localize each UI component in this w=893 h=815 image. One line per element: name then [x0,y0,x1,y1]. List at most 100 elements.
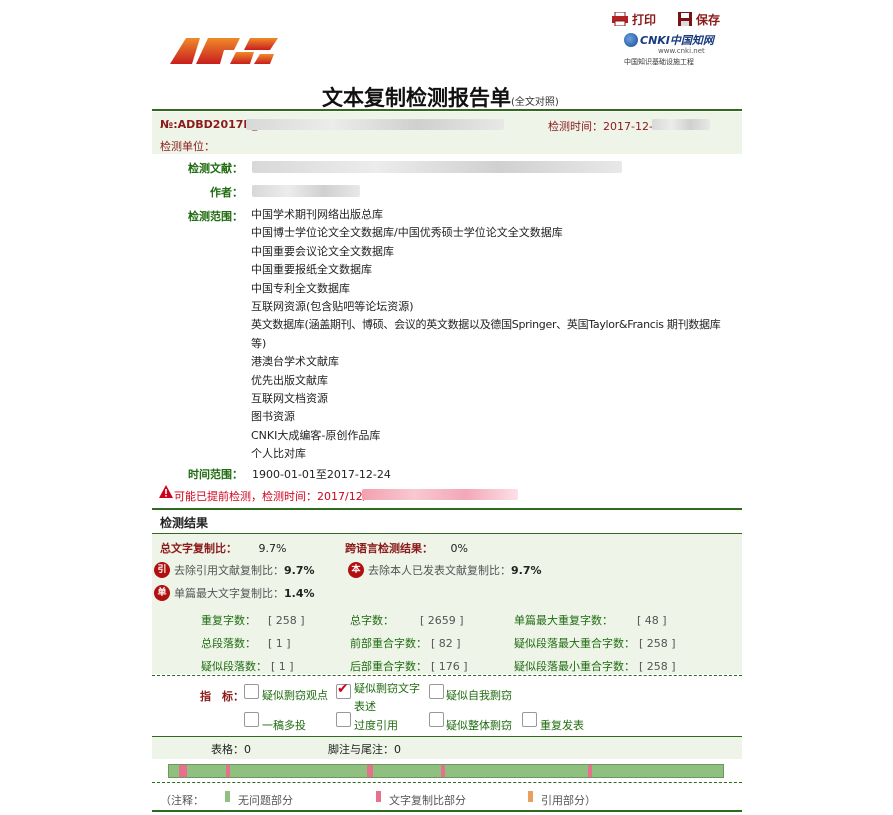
indicator-checkbox[interactable] [429,712,444,727]
title-divider [152,109,742,111]
indicator-label: 疑似整体剽窃 [446,719,512,732]
max-single-value: 1.4% [284,586,315,600]
amlc-logo [170,36,278,64]
scope-item: 等) [251,336,267,350]
copy-segment [588,765,592,777]
stat-label: 疑似段落数： [201,660,267,673]
scope-item: 中国学术期刊网络出版总库 [251,208,383,221]
stat-label: 总段落数： [201,637,256,650]
scope-label: 检测范围： [188,210,243,223]
document-label: 检测文献： [188,162,243,175]
scope-item: 中国重要会议论文全文数据库 [251,244,394,258]
printer-icon [612,11,628,27]
cnki-logo-text: CNKI中国知网 [640,34,714,47]
redacted-document [252,161,622,173]
copy-segment [226,765,230,777]
stat-label: 疑似段落最小重合字数： [514,660,635,673]
legend-copy-label: 文字复制比部分 [389,794,466,807]
author-label: 作者： [210,186,243,199]
cite-badge-icon: 引 [154,562,170,578]
scope-item: 中国博士学位论文全文数据库/中国优秀硕士学位论文全文数据库 [251,226,563,240]
cross-language-row: 跨语言检测结果： 0% [345,540,468,556]
footnote-count: 脚注与尾注：0 [328,743,401,756]
total-copy-value: 9.7% [258,542,287,555]
copy-segment [179,765,187,777]
redacted-check-time [652,119,710,130]
stat-value: [ 48 ] [637,614,667,627]
single-badge-icon: 单 [154,585,170,601]
table-count: 表格：0 [211,743,251,756]
exclude-ref-value: 9.7% [284,563,315,577]
report-title-main: 文本复制检测报告单 [322,86,511,110]
results-section-title: 检测结果 [160,516,209,530]
print-button[interactable]: 打印 [612,10,656,28]
redacted-author [252,185,360,197]
total-copy-label: 总文字复制比： [160,542,237,555]
check-unit: 检测单位： [160,140,215,153]
stat-value: [ 82 ] [431,637,461,650]
cnki-url: www.cnki.net [658,47,705,55]
scope-item: 互联网资源(包含贴吧等论坛资源) [251,300,414,314]
stat-max-paragraph-overlap: 疑似段落最大重合字数： [ 258 ] [514,635,676,651]
redacted-warning-time [362,489,518,500]
bottom-divider [152,810,742,812]
indicator-checkbox[interactable] [336,712,351,727]
exclude-ref-label: 去除引用文献复制比： [174,564,284,577]
time-range-value: 1900-01-01至2017-12-24 [252,468,391,481]
stat-value: [ 1 ] [271,660,294,673]
indicator-label: 疑似自我剽窃 [446,689,512,702]
distribution-bar [168,764,724,778]
indicator-checkbox[interactable] [244,712,259,727]
legend-cite-label: 引用部分） [541,794,596,807]
print-label: 打印 [632,12,657,27]
indicator-label-line2: 表述 [354,700,376,713]
warning-icon [159,485,173,498]
stat-label: 重复字数： [201,614,256,627]
stat-suspect-paragraphs: 疑似段落数： [ 1 ] [201,658,294,674]
stat-value: [ 176 ] [431,660,468,673]
time-range-label: 时间范围： [188,468,243,481]
indicator-label: 疑似剽窃文字 [354,682,420,695]
indicator-label: 一稿多投 [262,719,306,732]
scope-item: 图书资源 [251,410,295,424]
stat-back-overlap: 后部重合字数： [ 176 ] [350,658,468,674]
max-single-label: 单篇最大文字复制比： [174,587,284,600]
legend-cite-swatch [528,791,533,802]
cnki-subtitle: 中国知识基础设施工程 [624,58,694,66]
cnki-logo: CNKI中国知网 www.cnki.net 中国知识基础设施工程 [624,32,716,66]
indicator-label: 疑似剽窃观点 [262,689,328,702]
total-copy-row: 总文字复制比： 9.7% [160,540,286,556]
stat-total-paragraphs: 总段落数： [ 1 ] [201,635,291,651]
stat-value: [ 258 ] [268,614,305,627]
exclude-self-label: 去除本人已发表文献复制比： [368,564,511,577]
indicator-checkbox[interactable] [522,712,537,727]
indicator-checkbox-checked[interactable] [336,681,351,699]
copy-segment [441,765,445,777]
stat-total-chars: 总字数： [ 2659 ] [350,612,464,628]
stat-label: 单篇最大重复字数： [514,614,613,627]
stat-value: [ 1 ] [268,637,291,650]
results-top-divider [152,508,742,510]
scope-item: 互联网文档资源 [251,392,328,406]
report-number: №:ADBD2017R_ [160,118,258,131]
indicator-checkbox[interactable] [429,684,444,699]
scope-item: 港澳台学术文献库 [251,355,339,369]
stat-value: [ 258 ] [639,660,676,673]
stat-min-paragraph-overlap: 疑似段落最小重合字数： [ 258 ] [514,658,676,674]
max-single-row: 单 单篇最大文字复制比： 1.4% [154,585,315,601]
check-time: 检测时间：2017-12- [548,120,653,133]
scope-item: 优先出版文献库 [251,373,328,387]
stat-value: [ 258 ] [639,637,676,650]
exclude-ref-row: 引 去除引用文献复制比： 9.7% [154,562,315,578]
scope-item: CNKI大成编客-原创作品库 [251,428,381,442]
exclude-self-row: 本 去除本人已发表文献复制比： 9.7% [348,562,542,578]
indicator-checkbox[interactable] [244,684,259,699]
bar-bottom-divider [152,782,742,783]
cnki-globe-icon [624,33,638,47]
indicator-label: 重复发表 [540,719,584,732]
save-button[interactable]: 保存 [678,10,720,28]
exclude-self-value: 9.7% [511,563,542,577]
cross-language-value: 0% [450,542,468,555]
stat-repeat-chars: 重复字数： [ 258 ] [201,612,305,628]
scope-item: 个人比对库 [251,447,306,461]
